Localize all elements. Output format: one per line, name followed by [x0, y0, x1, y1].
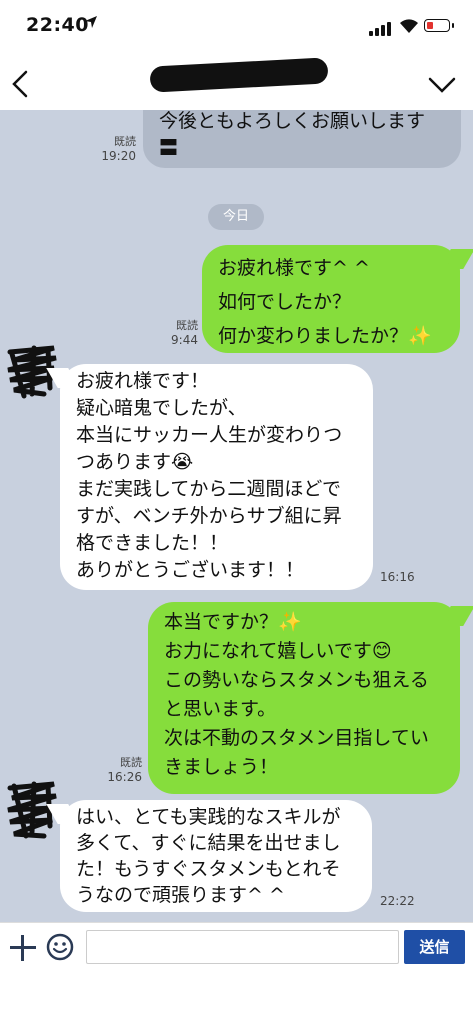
cellular-signal-icon: [369, 20, 395, 36]
message-bubble-mine[interactable]: 本当ですか？✨ お力になれて嬉しいです😊 この勢いならスタメンも狙える と思いま…: [148, 602, 473, 794]
message-text: 〓: [159, 137, 179, 159]
message-text: この勢いならスタメンも狙える: [164, 669, 429, 691]
message-bubble-mine[interactable]: お疲れ様です^ ^ 如何でしたか？ 何か変わりましたか？✨: [202, 245, 473, 353]
message-time: 9:44: [171, 333, 198, 347]
menu-toggle-button[interactable]: [428, 76, 456, 94]
message-text: 疑心暗鬼でしたが、: [76, 397, 247, 419]
message-text: た！もうすぐスタメンもとれそ: [76, 858, 341, 880]
message-time: 22:22: [380, 894, 415, 908]
read-receipt: 既読: [176, 319, 198, 332]
message-text: ありがとうございます！！: [76, 559, 305, 581]
chat-area[interactable]: 今後ともよろしくお願いします 〓 既読 19:20 今日 お疲れ様です^ ^ 如…: [0, 110, 473, 922]
read-receipt: 既読: [120, 756, 142, 769]
message-bubble-theirs[interactable]: お疲れ様です！ 疑心暗鬼でしたが、 本当にサッカー人生が変わりつ つあります😭 …: [46, 364, 373, 590]
message-text: 多くて、すぐに結果を出せまし: [76, 832, 341, 854]
emoji-button[interactable]: [46, 933, 74, 961]
message-text: 何か変わりましたか？✨: [218, 325, 432, 347]
message-time: 16:16: [380, 570, 415, 584]
message-text: 格できました！！: [76, 532, 229, 554]
location-arrow-icon: [84, 15, 98, 33]
date-separator: 今日: [208, 204, 264, 230]
message-text: はい、とても実践的なスキルが: [76, 806, 341, 828]
smiley-icon: [46, 933, 74, 961]
chat-header: [0, 57, 473, 110]
message-meta: 既読 19:20: [100, 134, 136, 164]
message-text: 今後ともよろしくお願いします: [159, 110, 426, 132]
input-bar: 送信: [0, 922, 473, 977]
plus-icon[interactable]: [10, 935, 36, 961]
wifi-icon: [398, 16, 420, 34]
message-text: まだ実践してから二週間ほどで: [76, 478, 342, 500]
status-bar: 22:40: [0, 0, 473, 58]
chevron-down-icon: [428, 77, 456, 93]
battery-level: [427, 22, 433, 29]
message-bubble-mine[interactable]: 今後ともよろしくお願いします 〓: [143, 110, 461, 168]
back-button[interactable]: [10, 70, 34, 98]
message-bubble-theirs[interactable]: はい、とても実践的なスキルが 多くて、すぐに結果を出せまし た！もうすぐスタメン…: [46, 800, 372, 912]
message-text: うなので頑張ります^ ^: [76, 884, 285, 906]
bottom-safe-area: [0, 976, 473, 1024]
message-time: 16:26: [107, 770, 142, 784]
message-text: 如何でしたか？: [218, 291, 352, 313]
message-text: 次は不動のスタメン目指してい: [164, 727, 429, 749]
message-meta: 16:16: [380, 570, 420, 585]
message-text: つあります😭: [76, 451, 194, 473]
message-text: 本当ですか？✨: [164, 611, 302, 633]
message-text: と思います。: [164, 698, 277, 720]
message-meta: 22:22: [380, 894, 420, 909]
message-input[interactable]: [86, 930, 399, 964]
message-meta: 既読 16:26: [106, 755, 142, 785]
message-text: お力になれて嬉しいです😊: [164, 640, 392, 662]
message-text: お疲れ様です^ ^: [218, 257, 370, 279]
message-meta: 既読 9:44: [162, 318, 198, 348]
message-text: すが、ベンチ外からサブ組に昇: [76, 505, 342, 527]
battery-icon: [424, 19, 454, 32]
message-text: きましょう！: [164, 756, 279, 778]
chevron-left-icon: [12, 70, 28, 98]
send-button[interactable]: 送信: [404, 930, 465, 964]
message-text: お疲れ様です！: [76, 370, 210, 392]
read-receipt: 既読: [114, 135, 136, 148]
status-time: 22:40: [26, 14, 89, 36]
bubble-tail: [439, 249, 473, 269]
message-time: 19:20: [101, 149, 136, 163]
message-text: 本当にサッカー人生が変わりつ: [76, 424, 343, 446]
redacted-contact-name: [149, 57, 329, 93]
bubble-tail: [439, 606, 473, 626]
